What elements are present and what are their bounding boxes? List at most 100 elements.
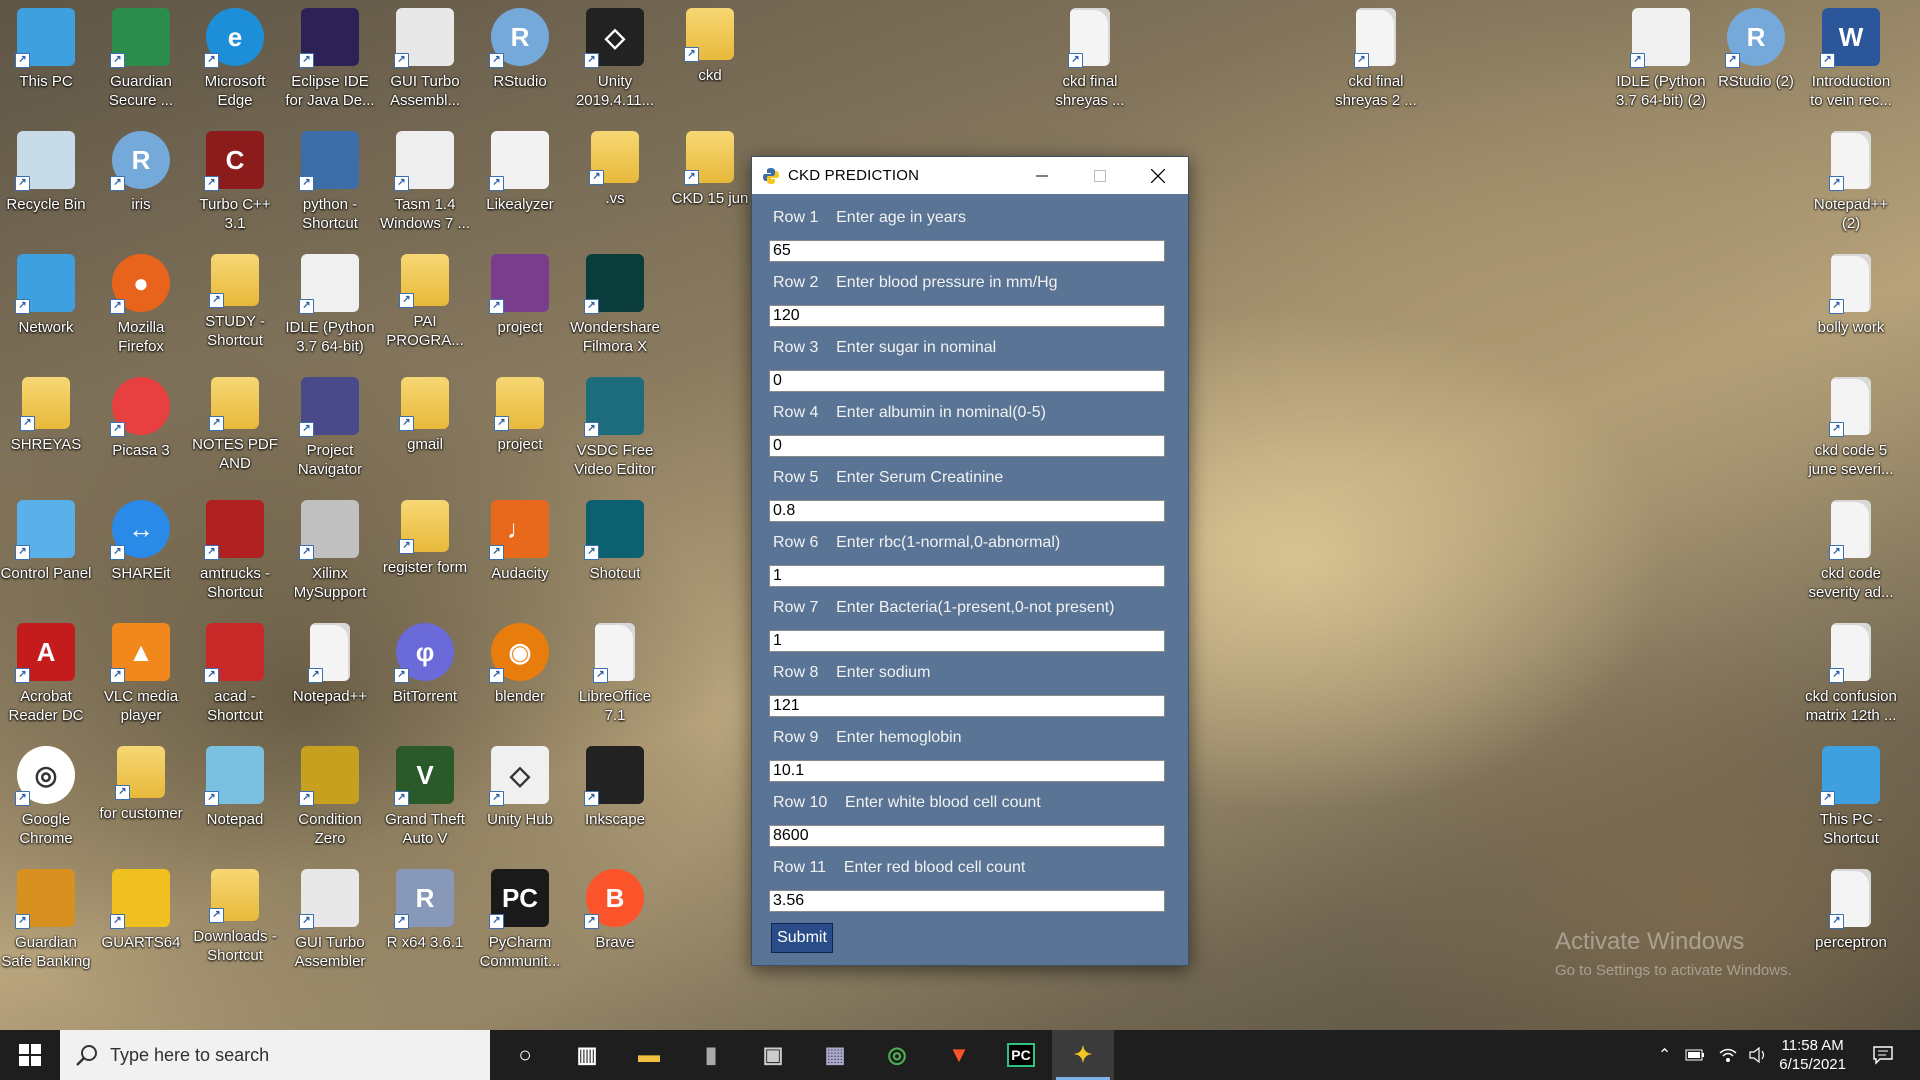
desktop-shortcut[interactable]: ↗ This PC - Shortcut [1804,738,1898,856]
taskbar-cortana-button[interactable]: ○ [494,1030,556,1080]
desktop-shortcut[interactable]: ↗ Xilinx MySupport [283,492,377,610]
taskbar-pycharm-button[interactable]: PC [990,1030,1052,1080]
desktop-shortcut[interactable]: ↗ Eclipse IDE for Java De... [283,0,377,118]
desktop-shortcut[interactable]: R ↗ RStudio [473,0,567,118]
desktop-shortcut[interactable]: ↗ .vs [568,123,662,241]
desktop-shortcut[interactable]: ↗ Tasm 1.4 Windows 7 ... [378,123,472,241]
desktop-shortcut[interactable]: ↗ Recycle Bin [0,123,93,241]
desktop-shortcut[interactable]: ↗ acad - Shortcut [188,615,282,733]
desktop-shortcut[interactable]: ↗ gmail [378,369,472,487]
taskbar-calculator-button[interactable]: ▦ [804,1030,866,1080]
desktop-shortcut[interactable]: ◉ ↗ blender [473,615,567,733]
desktop-shortcut[interactable]: ↗ Project Navigator [283,369,377,487]
desktop-shortcut[interactable]: ↗ ckd code 5 june severi... [1804,369,1898,487]
battery-icon[interactable] [1685,1048,1705,1062]
taskbar-file-explorer-button[interactable]: ▬ [618,1030,680,1080]
desktop-shortcut[interactable]: ↗ IDLE (Python 3.7 64-bit) (2) [1614,0,1708,118]
volume-icon[interactable] [1749,1047,1769,1063]
desktop-shortcut[interactable]: ↗ Notepad++ [283,615,377,733]
desktop-shortcut[interactable]: ↗ VSDC Free Video Editor [568,369,662,487]
desktop-shortcut[interactable]: ↗ bolly work [1804,246,1898,364]
taskbar-task-view-button[interactable]: ▥ [556,1030,618,1080]
row-input[interactable] [769,695,1165,717]
desktop-shortcut[interactable]: ↗ This PC [0,0,93,118]
taskbar-app-button[interactable]: ▣ [742,1030,804,1080]
desktop-shortcut[interactable]: ▲ ↗ VLC media player [94,615,188,733]
desktop-shortcut[interactable]: ↗ GUI Turbo Assembl... [378,0,472,118]
desktop-shortcut[interactable]: A ↗ Acrobat Reader DC [0,615,93,733]
row-input[interactable] [769,890,1165,912]
desktop-shortcut[interactable]: ↗ PAI PROGRA... [378,246,472,364]
desktop-shortcut[interactable]: ↗ LibreOffice 7.1 [568,615,662,733]
desktop-shortcut[interactable]: ↗ CKD 15 jun [663,123,757,241]
start-button[interactable] [0,1030,60,1080]
row-input[interactable] [769,565,1165,587]
desktop-shortcut[interactable]: e ↗ Microsoft Edge [188,0,282,118]
maximize-button[interactable] [1071,157,1129,194]
desktop-shortcut[interactable]: ↗ amtrucks - Shortcut [188,492,282,610]
desktop-shortcut[interactable]: ● ↗ Mozilla Firefox [94,246,188,364]
desktop-shortcut[interactable]: ◎ ↗ Google Chrome [0,738,93,856]
desktop-shortcut[interactable]: ↗ Notepad++ (2) [1804,123,1898,241]
submit-button[interactable]: Submit [771,923,833,953]
desktop-shortcut[interactable]: ↗ Inkscape [568,738,662,856]
desktop-shortcut[interactable]: ↗ register form [378,492,472,610]
desktop-shortcut[interactable]: ↗ ckd final shreyas ... [1043,0,1137,118]
desktop-shortcut[interactable]: C ↗ Turbo C++ 3.1 [188,123,282,241]
taskbar-python-button[interactable]: ✦ [1052,1030,1114,1080]
desktop-shortcut[interactable]: ↗ IDLE (Python 3.7 64-bit) [283,246,377,364]
close-button[interactable] [1129,157,1187,194]
desktop-shortcut[interactable]: ↗ Wondershare Filmora X [568,246,662,364]
desktop-shortcut[interactable]: ↗ perceptron [1804,861,1898,979]
desktop-shortcut[interactable]: ↗ Picasa 3 [94,369,188,487]
desktop-shortcut[interactable]: ↗ Control Panel [0,492,93,610]
row-input[interactable] [769,240,1165,262]
desktop-shortcut[interactable]: ↗ Likealyzer [473,123,567,241]
desktop-shortcut[interactable]: ↗ project [473,369,567,487]
notification-center-icon[interactable] [1872,1045,1894,1065]
row-input[interactable] [769,305,1165,327]
desktop-shortcut[interactable]: ◇ ↗ Unity 2019.4.11... [568,0,662,118]
wifi-icon[interactable] [1719,1047,1737,1063]
taskbar-brave-button[interactable]: ▼ [928,1030,990,1080]
desktop-shortcut[interactable]: R ↗ iris [94,123,188,241]
row-input[interactable] [769,435,1165,457]
desktop-shortcut[interactable]: ↗ Downloads - Shortcut [188,861,282,979]
row-input[interactable] [769,630,1165,652]
desktop-shortcut[interactable]: ↗ STUDY - Shortcut [188,246,282,364]
taskbar-usb-device-button[interactable]: ▮ [680,1030,742,1080]
clock[interactable]: 11:58 AM 6/15/2021 [1779,1036,1846,1074]
minimize-button[interactable] [1013,157,1071,194]
desktop-shortcut[interactable]: ↗ ckd final shreyas 2 ... [1329,0,1423,118]
desktop-shortcut[interactable]: ♩ ↗ Audacity [473,492,567,610]
desktop-shortcut[interactable]: R ↗ R x64 3.6.1 [378,861,472,979]
desktop-shortcut[interactable]: ↗ for customer [94,738,188,856]
row-input[interactable] [769,825,1165,847]
desktop-shortcut[interactable]: PC ↗ PyCharm Communit... [473,861,567,979]
desktop-shortcut[interactable]: ↗ project [473,246,567,364]
desktop-shortcut[interactable]: ↗ GUARTS64 [94,861,188,979]
desktop-shortcut[interactable]: ↗ SHREYAS [0,369,93,487]
desktop-shortcut[interactable]: ↗ ckd confusion matrix 12th ... [1804,615,1898,733]
row-input[interactable] [769,370,1165,392]
desktop-shortcut[interactable]: B ↗ Brave [568,861,662,979]
desktop-shortcut[interactable]: ↗ Network [0,246,93,364]
desktop-shortcut[interactable]: ◇ ↗ Unity Hub [473,738,567,856]
desktop-shortcut[interactable]: ↗ Guardian Secure ... [94,0,188,118]
desktop-shortcut[interactable]: R ↗ RStudio (2) [1709,0,1803,118]
window-titlebar[interactable]: CKD PREDICTION [752,157,1188,194]
desktop-shortcut[interactable]: ↗ Guardian Safe Banking [0,861,93,979]
desktop-shortcut[interactable]: ↗ NOTES PDF AND TEXTS... [188,369,282,487]
desktop-shortcut[interactable]: ↗ Notepad [188,738,282,856]
desktop-shortcut[interactable]: V ↗ Grand Theft Auto V [378,738,472,856]
row-input[interactable] [769,500,1165,522]
desktop-shortcut[interactable]: ↗ ckd [663,0,757,118]
desktop-shortcut[interactable]: ↗ Shotcut [568,492,662,610]
desktop-shortcut[interactable]: ↗ Condition Zero [283,738,377,856]
chevron-up-icon[interactable]: ⌃ [1658,1045,1671,1065]
desktop-shortcut[interactable]: W ↗ Introduction to vein rec... [1804,0,1898,118]
desktop-shortcut[interactable]: ↔ ↗ SHAREit [94,492,188,610]
taskbar-chrome-button[interactable]: ◎ [866,1030,928,1080]
desktop-shortcut[interactable]: ↗ python - Shortcut [283,123,377,241]
desktop-shortcut[interactable]: ↗ GUI Turbo Assembler [283,861,377,979]
